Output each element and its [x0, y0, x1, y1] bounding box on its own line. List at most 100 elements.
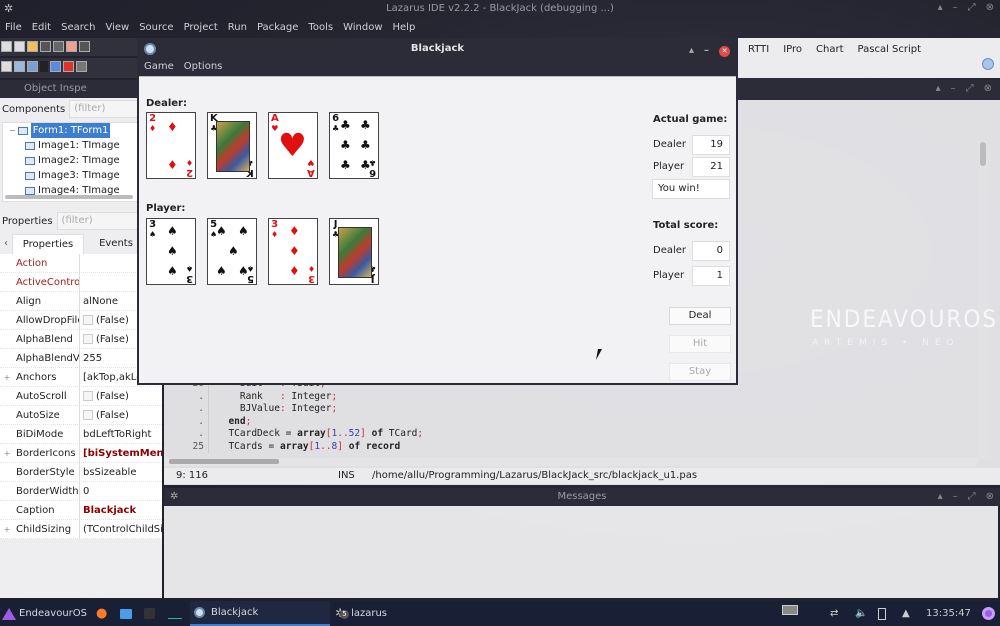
editor-hscrollbar[interactable]	[165, 458, 977, 466]
menu-options[interactable]: Options	[184, 58, 223, 76]
menu-help[interactable]: Help	[388, 20, 421, 36]
expand-icon[interactable]: +	[0, 444, 14, 462]
code-line[interactable]: . end;	[165, 415, 977, 428]
new-form-icon[interactable]	[14, 41, 25, 52]
keep-above-icon[interactable]: ▴	[938, 2, 943, 13]
stop-icon[interactable]	[63, 61, 74, 72]
run-icon[interactable]	[40, 61, 48, 72]
minimize-icon[interactable]: –	[953, 2, 958, 13]
property-value[interactable]: (TControlChildSizing)	[80, 520, 162, 538]
palette-tab-pascal-script[interactable]: Pascal Script	[858, 44, 922, 55]
palette-scroll-icon[interactable]	[982, 58, 994, 70]
property-checkbox[interactable]	[83, 334, 93, 344]
menu-search[interactable]: Search	[56, 20, 100, 36]
stay-button[interactable]: Stay	[669, 363, 731, 381]
view-units-icon[interactable]	[1, 61, 12, 72]
terminal-icon[interactable]	[144, 608, 155, 619]
property-row[interactable]: +ChildSizing(TControlChildSizing)	[0, 520, 162, 539]
keep-above-icon[interactable]: ▴	[938, 488, 943, 506]
tree-item[interactable]: Image1: TImage	[3, 138, 159, 153]
close-icon[interactable]: ⊗	[986, 488, 994, 506]
tree-item[interactable]: Image2: TImage	[3, 153, 159, 168]
notifications-icon[interactable]: ▲	[902, 601, 910, 626]
view-forms-icon[interactable]	[79, 41, 90, 52]
keep-above-icon[interactable]: ▴	[936, 83, 941, 94]
property-checkbox[interactable]	[83, 391, 93, 401]
tab-scroll-left-icon[interactable]: ‹	[0, 234, 12, 254]
network-icon[interactable]: ⇄	[830, 601, 838, 626]
property-row[interactable]: BorderStyle bsSizeable	[0, 463, 162, 482]
open-icon[interactable]	[27, 41, 38, 52]
menu-project[interactable]: Project	[179, 20, 223, 36]
menu-view[interactable]: View	[100, 20, 134, 36]
property-row[interactable]: AutoScroll (False)	[0, 387, 162, 406]
menu-source[interactable]: Source	[134, 20, 178, 36]
menu-file[interactable]: File	[0, 20, 27, 36]
code-line[interactable]: 25 TCards = array[1..8] of record	[165, 440, 977, 453]
firefox-icon[interactable]: ●	[96, 601, 107, 626]
volume-icon[interactable]: 🔈	[855, 601, 867, 626]
property-row[interactable]: BiDiMode bdLeftToRight	[0, 425, 162, 444]
step-over-icon[interactable]	[76, 61, 87, 72]
desktop-pager-icon[interactable]	[782, 605, 798, 615]
tree-item[interactable]: Image3: TImage	[3, 168, 159, 183]
property-row[interactable]: BorderWidth 0	[0, 482, 162, 501]
minimize-icon[interactable]: –	[704, 42, 709, 60]
property-value[interactable]: (False)	[80, 406, 162, 424]
deal-button[interactable]: Deal	[669, 307, 731, 325]
clock[interactable]: 13:35:47	[926, 601, 971, 626]
expand-icon[interactable]: +	[0, 368, 14, 386]
task-blackjack[interactable]: Blackjack	[190, 601, 330, 626]
close-icon[interactable]: ✕	[719, 45, 730, 57]
property-value[interactable]: bdLeftToRight	[80, 425, 162, 443]
save-icon[interactable]	[40, 41, 51, 52]
code-line[interactable]: . Rank : Integer;	[165, 390, 977, 403]
system-monitor-icon[interactable]	[168, 607, 182, 619]
messages-list[interactable]	[164, 506, 998, 598]
palette-tab-rtti[interactable]: RTTI	[748, 44, 769, 55]
menu-run[interactable]: Run	[223, 20, 252, 36]
code-view[interactable]: 20 Suit : TSuit;. Rank : Integer;. BJVal…	[165, 378, 977, 458]
property-value[interactable]: Blackjack	[80, 501, 162, 519]
property-row[interactable]: AutoSize (False)	[0, 406, 162, 425]
property-value[interactable]: 0	[80, 482, 162, 500]
start-menu-button[interactable]: EndeavourOS	[2, 601, 87, 626]
code-line[interactable]: . TCardDeck = array[1..52] of TCard;	[165, 428, 977, 441]
close-icon[interactable]: ⊗	[986, 2, 994, 13]
maximize-icon[interactable]: ⤢	[968, 2, 976, 13]
palette-tab-chart[interactable]: Chart	[816, 44, 843, 55]
minimize-icon[interactable]: –	[953, 488, 958, 506]
hit-button[interactable]: Hit	[669, 335, 731, 353]
property-checkbox[interactable]	[83, 315, 93, 325]
menu-tools[interactable]: Tools	[303, 20, 338, 36]
property-checkbox[interactable]	[83, 410, 93, 420]
property-value[interactable]: [biSystemMenu]	[80, 444, 162, 462]
tree-hscrollbar[interactable]	[5, 195, 133, 199]
task-lazarus[interactable]: ✲5 lazarus	[333, 601, 387, 626]
file-manager-icon[interactable]	[120, 609, 132, 619]
minimize-icon[interactable]: –	[951, 83, 956, 94]
toggle-form-icon[interactable]	[66, 41, 77, 52]
blackjack-titlebar[interactable]: Blackjack ▴ – ✕	[139, 40, 736, 58]
close-icon[interactable]: ⊗	[984, 83, 992, 94]
menu-package[interactable]: Package	[252, 20, 303, 36]
pause-icon[interactable]	[50, 61, 61, 72]
expand-icon[interactable]: +	[0, 520, 14, 538]
property-row[interactable]: Caption Blackjack	[0, 501, 162, 520]
maximize-icon[interactable]: ⤢	[966, 83, 974, 94]
new-unit-icon[interactable]	[1, 41, 12, 52]
menu-window[interactable]: Window	[338, 20, 387, 36]
show-desktop-icon[interactable]	[982, 607, 995, 620]
battery-icon[interactable]	[878, 608, 886, 620]
menu-edit[interactable]: Edit	[27, 20, 56, 36]
save-all-icon[interactable]	[53, 41, 64, 52]
property-value[interactable]: bsSizeable	[80, 463, 162, 481]
palette-tab-ipro[interactable]: IPro	[783, 44, 802, 55]
property-row[interactable]: +BorderIcons[biSystemMenu]	[0, 444, 162, 463]
menu-game[interactable]: Game	[144, 58, 174, 76]
properties-filter-input[interactable]: (filter)	[56, 212, 139, 230]
maximize-icon[interactable]: ⤢	[968, 488, 976, 506]
code-line[interactable]: . BJValue: Integer;	[165, 403, 977, 416]
keep-above-icon[interactable]: ▴	[689, 42, 694, 60]
editor-vscrollbar[interactable]	[978, 140, 988, 458]
